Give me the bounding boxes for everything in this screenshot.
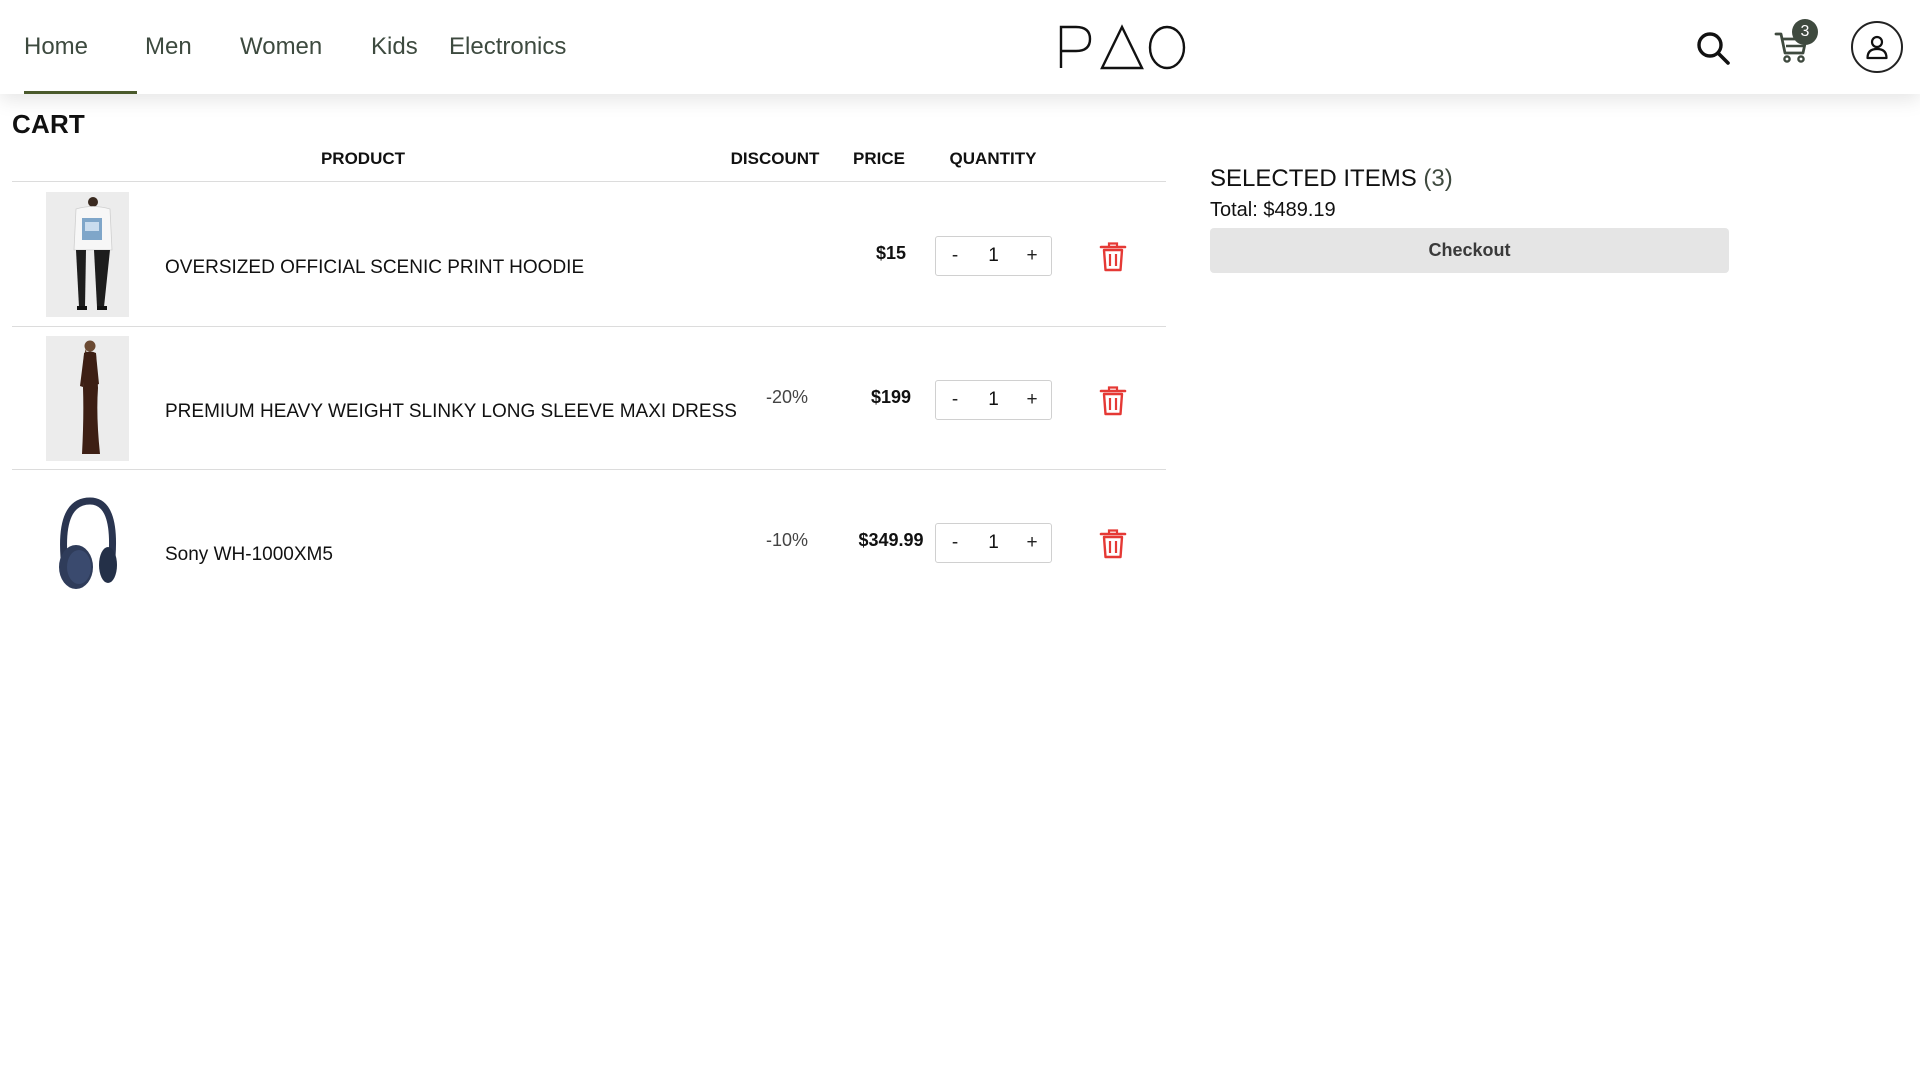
- product-discount: -10%: [765, 530, 809, 550]
- product-price: $15: [875, 243, 907, 263]
- selected-items-heading: SELECTED ITEMS (3): [1210, 165, 1453, 193]
- table-divider: [12, 181, 1166, 182]
- increase-quantity-button[interactable]: +: [1013, 245, 1051, 267]
- column-header-product: PRODUCT: [320, 149, 406, 168]
- cart-count-badge: 3: [1792, 19, 1818, 45]
- product-discount: -20%: [765, 387, 809, 407]
- table-row: PREMIUM HEAVY WEIGHT SLINKY LONG SLEEVE …: [12, 327, 1166, 470]
- user-icon: [1866, 35, 1888, 60]
- trash-icon[interactable]: [1099, 242, 1127, 272]
- decrease-quantity-button[interactable]: -: [936, 389, 974, 411]
- search-icon: [1697, 32, 1730, 65]
- dress-model-image: [46, 336, 129, 461]
- trash-icon[interactable]: [1099, 529, 1127, 559]
- nav-link-kids[interactable]: Kids: [371, 0, 418, 94]
- quantity-value[interactable]: 1: [974, 532, 1013, 554]
- quantity-stepper: - 1 +: [935, 380, 1052, 420]
- search-button[interactable]: [1693, 28, 1733, 68]
- hoodie-model-image: [46, 192, 129, 317]
- account-button[interactable]: [1851, 21, 1903, 73]
- table-row: OVERSIZED OFFICIAL SCENIC PRINT HOODIE $…: [12, 183, 1166, 326]
- column-header-quantity: QUANTITY: [949, 149, 1037, 168]
- quantity-value[interactable]: 1: [974, 389, 1013, 411]
- quantity-stepper: - 1 +: [935, 523, 1052, 563]
- column-header-discount: DISCOUNT: [730, 149, 820, 168]
- product-name[interactable]: PREMIUM HEAVY WEIGHT SLINKY LONG SLEEVE …: [165, 401, 737, 423]
- top-navbar: Home Men Women Kids Electronics 3: [0, 0, 1920, 94]
- quantity-stepper: - 1 +: [935, 236, 1052, 276]
- product-image[interactable]: [46, 336, 129, 461]
- product-price: $199: [870, 387, 912, 407]
- product-image[interactable]: [46, 192, 129, 317]
- cart-total: Total: $489.19: [1210, 199, 1336, 221]
- nav-link-men[interactable]: Men: [145, 0, 192, 94]
- decrease-quantity-button[interactable]: -: [936, 532, 974, 554]
- selected-items-label: SELECTED ITEMS: [1210, 165, 1417, 192]
- product-name[interactable]: OVERSIZED OFFICIAL SCENIC PRINT HOODIE: [165, 257, 584, 279]
- quantity-value[interactable]: 1: [974, 245, 1013, 267]
- nav-link-home[interactable]: Home: [24, 0, 138, 94]
- headphones-image: [59, 497, 117, 589]
- brand-logo[interactable]: [1058, 24, 1186, 70]
- nav-link-electronics[interactable]: Electronics: [449, 0, 566, 94]
- nav-link-women[interactable]: Women: [240, 0, 322, 94]
- checkout-button[interactable]: Checkout: [1210, 228, 1729, 273]
- selected-items-count: (3): [1423, 165, 1453, 192]
- cart-title: CART: [12, 109, 86, 139]
- decrease-quantity-button[interactable]: -: [936, 245, 974, 267]
- column-header-price: PRICE: [853, 149, 905, 168]
- increase-quantity-button[interactable]: +: [1013, 532, 1051, 554]
- product-price: $349.99: [858, 530, 924, 550]
- product-image[interactable]: [46, 479, 129, 604]
- product-name[interactable]: Sony WH-1000XM5: [165, 544, 333, 566]
- increase-quantity-button[interactable]: +: [1013, 389, 1051, 411]
- table-row: Sony WH-1000XM5 -10% $349.99 - 1 +: [12, 470, 1166, 613]
- trash-icon[interactable]: [1099, 386, 1127, 416]
